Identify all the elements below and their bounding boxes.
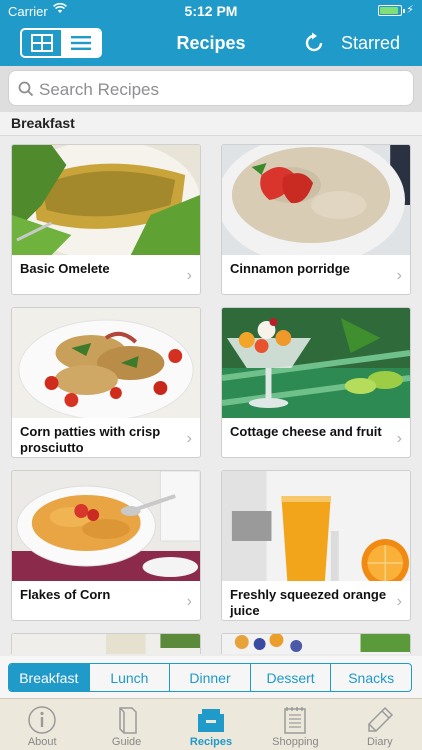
recipe-photo [12,634,200,654]
recipe-name: Corn patties with crisp prosciutto [20,424,161,455]
recipe-photo-corn-patties [12,308,200,418]
refresh-icon[interactable] [302,31,326,55]
category-dessert[interactable]: Dessert [249,664,331,691]
tab-bar: About Guide Recipes Shopping Diary [0,698,422,750]
chevron-right-icon: › [396,430,402,447]
recipe-grid: Basic Omelete › Cinnamon porridge › Corn… [0,136,422,654]
recipe-photo [222,634,410,654]
tab-label: Guide [111,736,142,748]
status-time: 5:12 PM [184,3,238,19]
tab-label: Recipes [189,736,233,748]
recipe-photo-omelete [12,145,200,255]
recipe-card[interactable]: Basic Omelete › [11,144,201,295]
book-icon [118,707,137,734]
tab-shopping[interactable]: Shopping [253,699,337,750]
recipe-card[interactable]: Freshly squeezed orange juice › [221,470,411,621]
category-dinner[interactable]: Dinner [169,664,250,691]
navigation-header: Carrier 5:12 PM ⚡ Recipes Starred [0,0,422,66]
starred-button[interactable]: Starred [341,33,400,54]
info-icon [28,706,56,734]
tab-label: Diary [366,736,393,748]
recipe-card[interactable]: Corn patties with crisp prosciutto › [11,307,201,458]
recipe-name: Cinnamon porridge [230,261,350,276]
chevron-right-icon: › [186,267,192,284]
recipe-card[interactable]: Flakes of Corn › [11,470,201,621]
recipe-name: Freshly squeezed orange juice [230,587,387,618]
charging-icon: ⚡ [406,4,414,16]
tab-label: Shopping [272,736,319,748]
pencil-icon [368,706,393,732]
recipe-photo-cottage-cheese [222,308,410,418]
recipe-name: Cottage cheese and fruit [230,424,382,439]
recipe-card[interactable] [11,633,201,654]
recipe-box-icon [198,709,225,732]
search-placeholder: Search Recipes [39,80,160,99]
status-bar: Carrier 5:12 PM ⚡ [0,0,422,22]
search-icon [18,81,34,97]
category-snacks[interactable]: Snacks [330,664,411,691]
recipe-card[interactable] [221,633,411,654]
section-header: Breakfast [0,112,422,136]
tab-guide[interactable]: Guide [84,699,168,750]
notepad-icon [284,707,307,734]
recipe-photo-orange-juice [222,471,410,581]
recipe-photo-corn-flakes [12,471,200,581]
tab-recipes[interactable]: Recipes [169,699,253,750]
battery-icon [378,5,405,16]
category-bar: Breakfast Lunch Dinner Dessert Snacks [0,656,422,698]
recipe-card[interactable]: Cottage cheese and fruit › [221,307,411,458]
tab-about[interactable]: About [0,699,84,750]
recipe-card[interactable]: Cinnamon porridge › [221,144,411,295]
category-lunch[interactable]: Lunch [88,664,170,691]
chevron-right-icon: › [186,593,192,610]
tab-label: About [27,736,57,748]
search-input[interactable]: Search Recipes [8,70,414,106]
search-bar: Search Recipes [0,66,422,112]
category-segmented-control: Breakfast Lunch Dinner Dessert Snacks [8,663,412,692]
recipe-name: Flakes of Corn [20,587,111,602]
recipe-name: Basic Omelete [20,261,110,276]
category-breakfast[interactable]: Breakfast [9,664,89,691]
tab-diary[interactable]: Diary [338,699,422,750]
chevron-right-icon: › [396,267,402,284]
recipe-photo-porridge [222,145,410,255]
chevron-right-icon: › [396,593,402,610]
chevron-right-icon: › [186,430,192,447]
